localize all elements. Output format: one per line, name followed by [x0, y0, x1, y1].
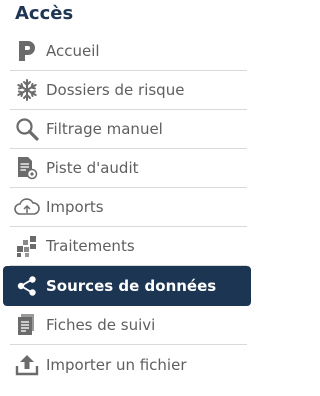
nav-item-dossiers-de-risque[interactable]: Dossiers de risque: [10, 71, 247, 110]
nav-item-label: Fiches de suivi: [46, 316, 156, 334]
snowflake-icon: [14, 77, 40, 103]
share-nodes-icon: [14, 273, 40, 299]
access-panel: Accès Accueil Dossiers de risque Filtrag…: [0, 0, 257, 396]
nav-item-importer-un-fichier[interactable]: Importer un fichier: [10, 345, 247, 384]
tracking-sheets-icon: [14, 312, 40, 338]
nav-item-label: Filtrage manuel: [46, 120, 163, 138]
section-title: Accès: [15, 3, 74, 24]
upload-tray-icon: [14, 352, 40, 378]
audit-document-icon: [14, 155, 40, 181]
cloud-upload-icon: [14, 194, 40, 220]
nav-item-piste-d-audit[interactable]: Piste d'audit: [10, 149, 247, 188]
nav-item-label: Piste d'audit: [46, 159, 139, 177]
nav-item-label: Importer un fichier: [46, 355, 187, 374]
nav-item-traitements[interactable]: Traitements: [10, 227, 247, 266]
magnifier-icon: [14, 116, 40, 142]
nav-item-label: Sources de données: [46, 277, 217, 295]
nav-item-fiches-de-suivi[interactable]: Fiches de suivi: [10, 306, 247, 345]
nav-item-filtrage-manuel[interactable]: Filtrage manuel: [10, 110, 247, 149]
processing-squares-icon: [14, 233, 40, 259]
p-logo-icon: [14, 38, 40, 64]
nav-item-label: Traitements: [46, 237, 135, 255]
nav-item-label: Accueil: [46, 42, 100, 60]
nav-item-sources-de-donnees[interactable]: Sources de données: [3, 266, 251, 306]
nav-list: Accueil Dossiers de risque Filtrage manu…: [0, 32, 257, 384]
nav-item-accueil[interactable]: Accueil: [10, 32, 247, 71]
nav-item-imports[interactable]: Imports: [10, 188, 247, 227]
nav-item-label: Dossiers de risque: [46, 81, 185, 99]
nav-item-label: Imports: [46, 198, 104, 216]
